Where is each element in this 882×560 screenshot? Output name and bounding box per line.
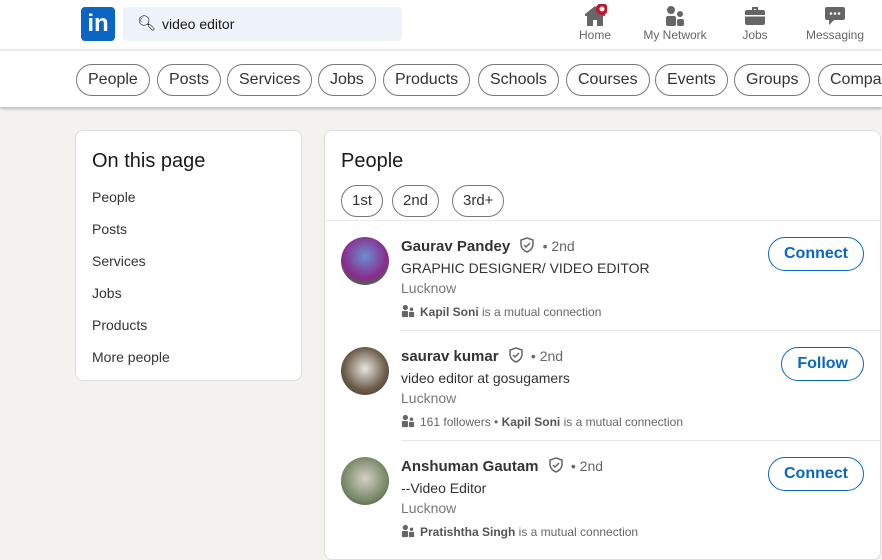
avatar[interactable] — [341, 457, 389, 505]
sidebar-link-jobs[interactable]: Jobs — [92, 285, 122, 301]
search-icon: 🔍︎ — [137, 15, 157, 32]
person-name[interactable]: saurav kumar — [401, 348, 499, 365]
sidebar-link-more-people[interactable]: More people — [92, 349, 170, 365]
nav-home[interactable]: Home — [574, 3, 616, 42]
verified-icon — [508, 347, 523, 363]
filter-2nd[interactable]: 2nd — [392, 185, 440, 217]
person-name[interactable]: Anshuman Gautam — [401, 458, 539, 475]
mutual-connections[interactable]: Pratishtha Singh is a mutual connection — [401, 524, 638, 539]
result-row: saurav kumar • 2nd video editor at gosug… — [325, 331, 880, 441]
mutual-name: Pratishtha Singh — [420, 525, 516, 539]
mutual-name: Kapil Soni — [501, 415, 561, 429]
connect-button[interactable]: Connect — [768, 237, 864, 271]
filter-posts[interactable]: Posts — [157, 64, 222, 96]
nav-label: My Network — [643, 28, 707, 42]
people-icon — [401, 414, 415, 428]
nav-label: Home — [578, 28, 611, 42]
mutual-name: Kapil Soni — [420, 305, 479, 319]
connection-degree: • 2nd — [530, 348, 564, 364]
sidebar-title: On this page — [92, 150, 206, 172]
home-icon — [574, 3, 616, 28]
nav-label: Messaging — [805, 28, 865, 42]
filter-people[interactable]: People — [76, 64, 150, 96]
follow-button[interactable]: Follow — [781, 347, 864, 381]
mutual-text: is a mutual connection — [560, 415, 683, 429]
filter-products[interactable]: Products — [383, 64, 471, 96]
location: Lucknow — [401, 280, 457, 296]
avatar[interactable] — [341, 237, 389, 285]
filter-1st[interactable]: 1st — [341, 185, 384, 217]
headline: video editor at gosugamers — [401, 370, 570, 386]
person-name[interactable]: Gaurav Pandey — [401, 238, 510, 255]
filter-services[interactable]: Services — [227, 64, 313, 96]
mutual-connections[interactable]: Kapil Soni is a mutual connection — [401, 304, 601, 319]
sidebar-link-products[interactable]: Products — [92, 317, 147, 333]
people-icon — [401, 304, 415, 318]
location: Lucknow — [401, 390, 457, 406]
connection-degree: • 2nd — [570, 458, 604, 474]
connection-degree: • 2nd — [542, 238, 575, 254]
verified-icon — [548, 457, 563, 473]
nav-my-network[interactable]: My Network — [638, 4, 712, 42]
sidebar-link-services[interactable]: Services — [92, 253, 146, 269]
connect-button[interactable]: Connect — [768, 457, 864, 491]
result-row: Anshuman Gautam • 2nd --Video Editor Luc… — [325, 441, 880, 551]
message-icon — [804, 4, 866, 28]
mutual-text: is a mutual connection — [515, 525, 639, 539]
followers: 161 followers • — [420, 415, 502, 429]
filter-schools[interactable]: Schools — [478, 64, 559, 96]
people-icon — [401, 524, 415, 538]
people-title: People — [341, 150, 404, 172]
filter-courses[interactable]: Courses — [566, 64, 650, 96]
briefcase-icon — [736, 4, 774, 28]
filter-groups[interactable]: Groups — [734, 64, 811, 96]
top-nav: in 🔍︎ video editor Home My Network Jobs M… — [0, 0, 882, 50]
filter-events[interactable]: Events — [655, 64, 728, 96]
location: Lucknow — [401, 500, 457, 516]
verified-icon — [520, 237, 535, 253]
sidebar-link-people[interactable]: People — [92, 189, 136, 205]
headline: --Video Editor — [401, 480, 487, 496]
search-filters: People Posts Services Jobs Products Scho… — [0, 51, 882, 107]
search-input[interactable]: 🔍︎ video editor — [123, 7, 402, 41]
nav-label: Jobs — [742, 28, 768, 42]
mutual-connections[interactable]: 161 followers • Kapil Soni is a mutual c… — [401, 414, 683, 429]
filter-jobs[interactable]: Jobs — [318, 64, 376, 96]
nav-jobs[interactable]: Jobs — [736, 4, 774, 42]
network-icon — [638, 4, 712, 28]
avatar[interactable] — [341, 347, 389, 395]
result-row: Gaurav Pandey • 2nd GRAPHIC DESIGNER/ VI… — [325, 221, 880, 331]
headline: GRAPHIC DESIGNER/ VIDEO EDITOR — [401, 260, 650, 276]
filter-3rd[interactable]: 3rd+ — [452, 185, 505, 217]
mutual-text: is a mutual connection — [478, 305, 602, 319]
on-this-page-card: On this page People Posts Services Jobs … — [75, 130, 302, 381]
nav-messaging[interactable]: Messaging — [804, 4, 866, 42]
sidebar-link-posts[interactable]: Posts — [92, 221, 127, 237]
search-value: video editor — [162, 16, 235, 32]
linkedin-logo[interactable]: in — [81, 7, 115, 41]
filter-companies[interactable]: Companies — [818, 64, 882, 96]
people-card: People 1st 2nd 3rd+ Gaurav Pandey • 2nd … — [324, 130, 881, 560]
